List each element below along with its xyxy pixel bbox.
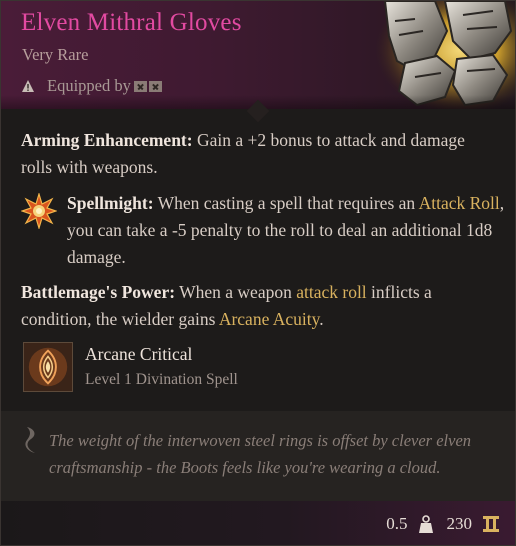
property-text: When casting a spell that requires an xyxy=(157,193,416,213)
tooltip-header: Elven Mithral Gloves Very Rare Equipped … xyxy=(1,1,515,109)
item-rarity: Very Rare xyxy=(22,45,89,64)
property-battlemage-power: Battlemage's Power: When a weapon attack… xyxy=(21,279,491,333)
proficiency-tags xyxy=(133,80,162,92)
granted-spell[interactable]: Arcane Critical Level 1 Divination Spell xyxy=(23,342,423,396)
property-name: Spellmight: xyxy=(67,193,154,213)
attack-roll-link[interactable]: Attack Roll xyxy=(419,193,500,213)
property-text: . xyxy=(319,309,324,329)
property-name: Battlemage's Power: xyxy=(21,282,176,302)
attack-roll-link[interactable]: attack roll xyxy=(296,282,366,302)
weight-value: 0.5 xyxy=(386,514,408,533)
arcane-critical-icon xyxy=(23,342,73,392)
arcane-acuity-link[interactable]: Arcane Acuity xyxy=(219,309,319,329)
flavor-text: The weight of the interwoven steel rings… xyxy=(49,431,472,477)
property-arming-enhancement: Arming Enhancement: Gain a +2 bonus to a… xyxy=(21,127,491,181)
item-tooltip: Elven Mithral Gloves Very Rare Equipped … xyxy=(0,0,516,546)
spellmight-icon xyxy=(21,193,57,229)
flavor-text-box: The weight of the interwoven steel rings… xyxy=(1,411,515,501)
item-stats: 0.5 230 xyxy=(386,514,499,534)
property-text: When a weapon xyxy=(179,282,292,302)
tooltip-footer: 0.5 230 xyxy=(1,501,515,545)
weight-icon xyxy=(418,515,433,533)
quill-icon xyxy=(25,427,35,453)
gold-value: 230 xyxy=(446,514,473,533)
equipped-by-label: Equipped by xyxy=(47,76,131,95)
property-spellmight: Spellmight: When casting a spell that re… xyxy=(67,190,507,271)
item-name: Elven Mithral Gloves xyxy=(21,9,242,36)
gold-icon xyxy=(483,516,499,532)
equipped-by-row: Equipped by xyxy=(21,76,162,96)
spell-name: Arcane Critical xyxy=(85,344,193,364)
no-proficiency-icon xyxy=(148,80,162,92)
property-name: Arming Enhancement: xyxy=(21,130,193,150)
gloves-item-image xyxy=(375,1,515,109)
warning-icon xyxy=(22,80,34,92)
no-proficiency-icon xyxy=(133,80,147,92)
spell-level: Level 1 Divination Spell xyxy=(85,371,238,388)
